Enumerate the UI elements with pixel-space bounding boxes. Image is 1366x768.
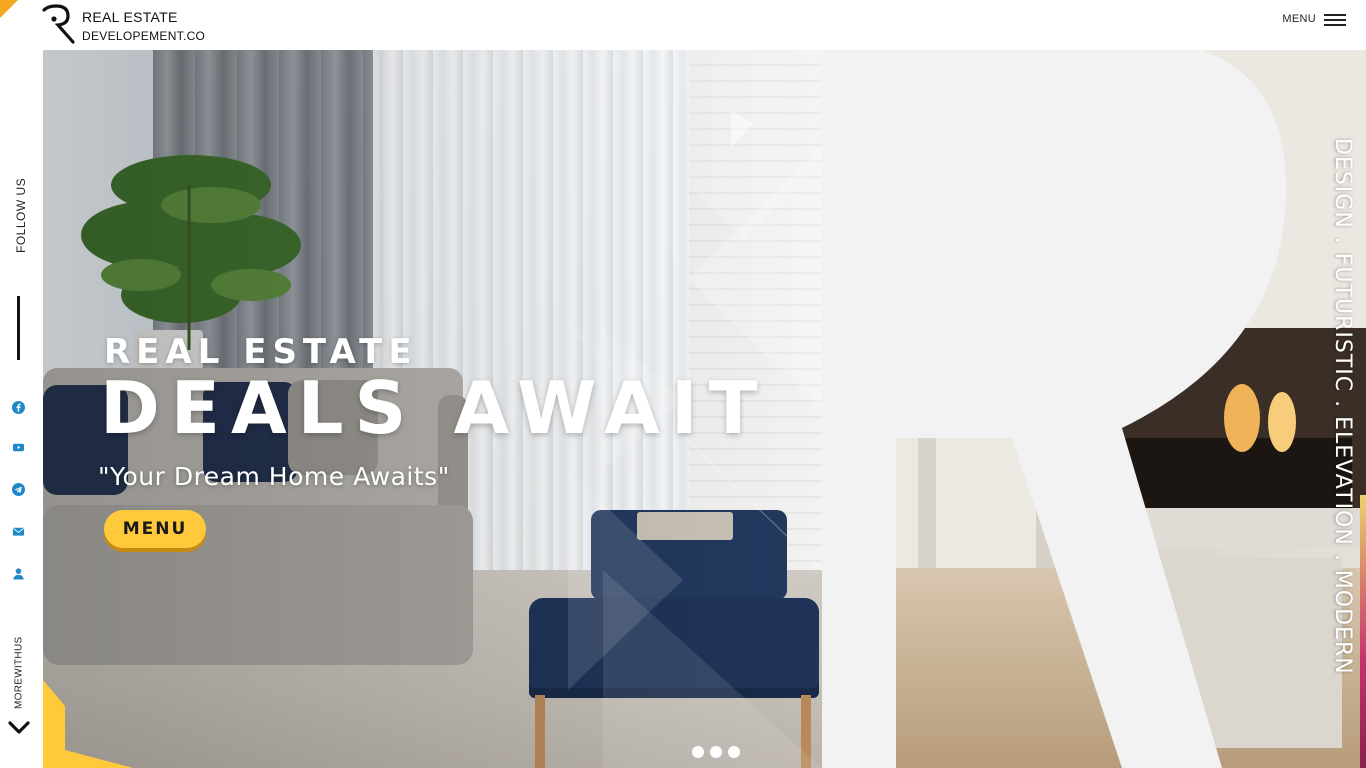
more-with-us-label: MOREWITHUS	[13, 636, 25, 710]
carousel-dots	[692, 746, 740, 758]
top-menu-label: MENU	[1282, 13, 1316, 25]
carousel-dot[interactable]	[710, 746, 722, 758]
left-rail: FOLLOW US MOREWITHUS	[0, 50, 43, 768]
chevron-down-icon[interactable]	[7, 718, 31, 736]
hero-menu-button[interactable]: MENU	[104, 510, 206, 548]
yellow-corner-accent	[43, 680, 133, 768]
vertical-slogan: DESIGN . FUTURISTIC . ELEVATION . MODERN	[1330, 138, 1355, 675]
carousel-dot[interactable]	[692, 746, 704, 758]
follow-us-label: FOLLOW US	[14, 177, 28, 253]
telegram-icon[interactable]	[11, 482, 26, 497]
mail-icon[interactable]	[11, 524, 26, 539]
top-bar: REAL ESTATE DEVELOPEMENT.CO MENU	[0, 0, 1366, 50]
carousel-dot[interactable]	[728, 746, 740, 758]
facebook-icon[interactable]	[11, 400, 26, 415]
brand-name: REAL ESTATE	[82, 9, 178, 25]
interior-photo-letter-r	[822, 38, 1366, 768]
hamburger-icon	[1324, 12, 1346, 26]
youtube-icon[interactable]	[11, 440, 26, 455]
brand-logo[interactable]	[40, 2, 80, 44]
hero-headline: DEALS AWAIT	[100, 366, 769, 450]
accent-bar	[1360, 495, 1366, 768]
corner-accent	[0, 0, 18, 18]
rail-divider	[17, 296, 20, 360]
hero-tagline: "Your Dream Home Awaits"	[98, 462, 450, 491]
top-menu-button[interactable]: MENU	[1282, 12, 1346, 26]
brand-domain: DEVELOPEMENT.CO	[82, 29, 206, 43]
user-icon[interactable]	[11, 566, 26, 581]
